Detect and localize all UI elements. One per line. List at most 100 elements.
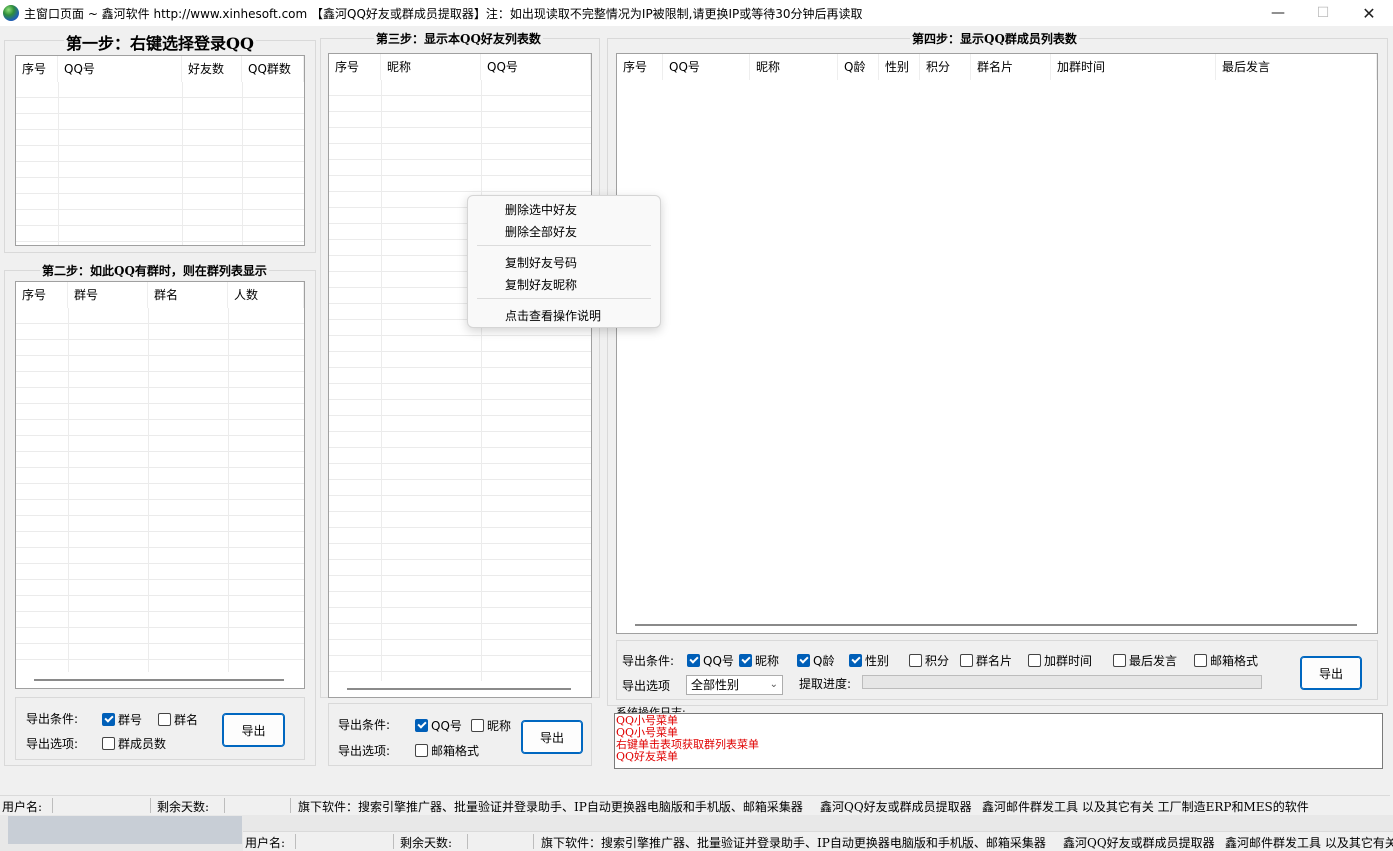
- scrollbar-thumb[interactable]: [34, 679, 284, 681]
- menu-item-delete-all[interactable]: 删除全部好友: [505, 223, 577, 240]
- export-groups-button[interactable]: 导出: [222, 713, 285, 747]
- column-header[interactable]: Q龄: [838, 54, 879, 80]
- menu-item-copy-number[interactable]: 复制好友号码: [505, 254, 577, 271]
- menu-item-delete-selected[interactable]: 删除选中好友: [505, 201, 577, 218]
- horizontal-scrollbar[interactable]: [16, 672, 304, 688]
- checkbox-label: 积分: [925, 654, 950, 668]
- product-link[interactable]: 鑫河QQ好友或群成员提取器: [820, 798, 972, 815]
- column-header[interactable]: QQ号: [58, 56, 182, 82]
- friend-context-menu: 删除选中好友 删除全部好友 复制好友号码 复制好友昵称 点击查看操作说明: [467, 195, 661, 328]
- checkbox-group-number[interactable]: 群号: [102, 711, 142, 728]
- group-list-table[interactable]: 序号 群号 群名 人数: [15, 281, 305, 689]
- export-friends-button[interactable]: 导出: [521, 720, 583, 754]
- export-members-button[interactable]: 导出: [1300, 656, 1362, 690]
- progress-label: 提取进度:: [799, 677, 852, 691]
- checkbox-unchecked-icon: [909, 654, 922, 667]
- column-header[interactable]: 群号: [68, 282, 148, 308]
- menu-item-copy-nickname[interactable]: 复制好友昵称: [505, 276, 577, 293]
- column-header[interactable]: 序号: [16, 56, 58, 82]
- chevron-down-icon: ⌄: [769, 679, 778, 690]
- checkbox-member-gender[interactable]: 性别: [849, 652, 889, 669]
- horizontal-scrollbar[interactable]: [329, 681, 591, 697]
- checkbox-label: 昵称: [487, 719, 512, 733]
- column-header[interactable]: 序号: [617, 54, 663, 80]
- column-header[interactable]: 性别: [879, 54, 920, 80]
- column-header[interactable]: QQ群数: [242, 56, 304, 82]
- product-link[interactable]: 鑫河邮件群发工具 以及其它有关 工厂制造ERP和MES的软件: [982, 798, 1309, 815]
- step2-title: 第二步：如此QQ有群时，则在群列表显示: [40, 262, 269, 279]
- column-header[interactable]: 积分: [920, 54, 971, 80]
- checkbox-unchecked-icon: [158, 713, 171, 726]
- checkbox-group-name[interactable]: 群名: [158, 711, 198, 728]
- log-line: QQ小号菜单: [616, 714, 679, 727]
- checkbox-checked-icon: [797, 654, 810, 667]
- column-header[interactable]: 好友数: [182, 56, 242, 82]
- close-button[interactable]: ✕: [1346, 0, 1392, 26]
- column-header[interactable]: 最后发言: [1216, 54, 1377, 80]
- export-option-label: 导出选项: [622, 679, 671, 693]
- status-bar: 用户名: 剩余天数: 旗下软件：搜索引擎推广器、批量验证并登录助手、IP自动更换…: [0, 795, 1390, 815]
- gender-select[interactable]: 全部性别 ⌄: [686, 675, 783, 695]
- checkbox-member-card[interactable]: 群名片: [960, 652, 1012, 669]
- checkbox-label: 性别: [865, 654, 890, 668]
- column-header[interactable]: 昵称: [381, 54, 481, 80]
- checkbox-friend-nickname[interactable]: 昵称: [471, 717, 511, 734]
- checkbox-member-last-speak[interactable]: 最后发言: [1113, 652, 1177, 669]
- checkbox-member-email[interactable]: 邮箱格式: [1194, 652, 1258, 669]
- scrollbar-thumb[interactable]: [635, 624, 1357, 626]
- checkbox-label: Q龄: [813, 654, 835, 668]
- checkbox-friend-email[interactable]: 邮箱格式: [415, 742, 479, 759]
- column-header[interactable]: QQ号: [663, 54, 750, 80]
- checkbox-checked-icon: [739, 654, 752, 667]
- checkbox-unchecked-icon: [471, 719, 484, 732]
- checkbox-unchecked-icon: [415, 744, 428, 757]
- column-header[interactable]: 群名片: [971, 54, 1051, 80]
- user-label: 用户名:: [245, 836, 286, 850]
- friend-list-table[interactable]: 序号 昵称 QQ号: [328, 53, 592, 698]
- checkbox-unchecked-icon: [1194, 654, 1207, 667]
- checkbox-checked-icon: [415, 719, 428, 732]
- system-log[interactable]: QQ小号菜单 QQ小号菜单 右键单击表项获取群列表菜单 QQ好友菜单: [614, 713, 1383, 769]
- group-member-table[interactable]: 序号 QQ号 昵称 Q龄 性别 积分 群名片 加群时间 最后发言: [616, 53, 1378, 634]
- checkbox-member-qage[interactable]: Q龄: [797, 652, 834, 669]
- login-qq-table[interactable]: 序号 QQ号 好友数 QQ群数: [15, 55, 305, 246]
- checkbox-unchecked-icon: [960, 654, 973, 667]
- minimize-button[interactable]: —: [1255, 0, 1301, 26]
- maximize-button[interactable]: ☐: [1300, 0, 1346, 26]
- column-header[interactable]: 序号: [329, 54, 381, 80]
- checkbox-checked-icon: [849, 654, 862, 667]
- column-header[interactable]: QQ号: [481, 54, 591, 80]
- background-window-thumb: [8, 816, 242, 844]
- column-header[interactable]: 群名: [148, 282, 228, 308]
- checkbox-member-join-time[interactable]: 加群时间: [1028, 652, 1092, 669]
- column-header[interactable]: 序号: [16, 282, 68, 308]
- column-header[interactable]: 昵称: [750, 54, 838, 80]
- globe-app-icon: [3, 5, 19, 21]
- checkbox-member-nickname[interactable]: 昵称: [739, 652, 779, 669]
- remaining-days-label: 剩余天数:: [400, 836, 453, 850]
- checkbox-unchecked-icon: [102, 737, 115, 750]
- product-link[interactable]: 鑫河QQ好友或群成员提取器: [1063, 834, 1215, 851]
- horizontal-scrollbar[interactable]: [617, 617, 1377, 633]
- checkbox-member-count[interactable]: 群成员数: [102, 735, 166, 752]
- checkbox-label: 群成员数: [118, 737, 167, 751]
- table-header: 序号 昵称 QQ号: [329, 54, 591, 80]
- log-line: QQ好友菜单: [616, 750, 679, 763]
- table-header: 序号 群号 群名 人数: [16, 282, 304, 308]
- checkbox-label: 邮箱格式: [431, 744, 480, 758]
- select-value: 全部性别: [691, 678, 740, 692]
- window-title: 主窗口页面 ~ 鑫河软件 http://www.xinhesoft.com 【鑫…: [24, 7, 863, 21]
- checkbox-member-qq[interactable]: QQ号: [687, 652, 734, 669]
- remaining-days-label: 剩余天数:: [157, 800, 210, 814]
- scrollbar-thumb[interactable]: [347, 688, 571, 690]
- column-header[interactable]: 加群时间: [1051, 54, 1216, 80]
- table-header: 序号 QQ号 好友数 QQ群数: [16, 56, 304, 82]
- product-link[interactable]: 鑫河邮件群发工具 以及其它有关: [1225, 834, 1393, 851]
- table-header: 序号 QQ号 昵称 Q龄 性别 积分 群名片 加群时间 最后发言: [617, 54, 1377, 80]
- export-option-label: 导出选项:: [26, 737, 79, 751]
- checkbox-label: 群名片: [976, 654, 1013, 668]
- checkbox-friend-qq[interactable]: QQ号: [415, 717, 462, 734]
- menu-item-help[interactable]: 点击查看操作说明: [505, 307, 601, 324]
- column-header[interactable]: 人数: [228, 282, 304, 308]
- checkbox-member-points[interactable]: 积分: [909, 652, 949, 669]
